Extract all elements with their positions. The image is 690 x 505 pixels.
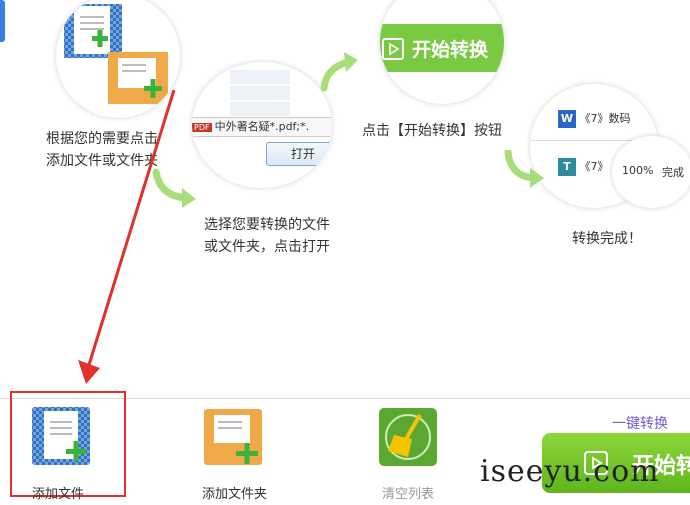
green-arrow-step2-to-3 — [320, 52, 358, 92]
dialog-filename-field: PDF 中外著名疑*.pdf;*. — [192, 117, 332, 137]
step3-caption-text: 点击【开始转换】按钮 — [362, 123, 502, 139]
dialog-filename: 中外著名疑 — [214, 120, 270, 133]
one-click-convert-label: 一键转换 — [612, 416, 668, 432]
pdf-badge: PDF — [192, 123, 212, 132]
add-file-button[interactable]: 添加文件 — [30, 405, 100, 502]
step2-caption-line1: 选择您要转换的文件 — [204, 217, 330, 233]
left-edge-tab — [0, 0, 5, 42]
add-folder-label: 添加文件夹 — [202, 487, 268, 502]
play-icon — [382, 38, 404, 60]
step2-caption: 选择您要转换的文件 或文件夹，点击打开 — [204, 214, 330, 258]
broom-icon — [379, 408, 437, 466]
step4-caption: 转换完成！ — [572, 228, 642, 250]
result-row1-text: 《7》数码 — [579, 112, 631, 125]
progress-percent: 100% — [622, 164, 654, 177]
clear-list-button[interactable]: 清空列表 — [376, 405, 446, 502]
watermark: iseeyu.com — [480, 454, 660, 489]
step3-caption: 点击【开始转换】按钮 — [362, 120, 502, 142]
red-annotation-arrow — [78, 89, 176, 384]
start-button-preview: 开始转换 — [380, 24, 504, 72]
dialog-filter: *.pdf;*. — [269, 120, 310, 133]
txt-icon: T — [558, 158, 576, 176]
dialog-list-row — [230, 86, 290, 100]
add-folder-icon — [204, 409, 262, 465]
green-arrow-step3-to-4 — [504, 150, 544, 188]
add-file-icon — [32, 407, 90, 465]
result-row-word: W 《7》数码 — [558, 106, 658, 132]
dialog-list-row — [230, 70, 290, 84]
progress-done: 完成 — [662, 166, 684, 179]
add-folder-button[interactable]: 添加文件夹 — [200, 405, 280, 502]
dialog-open-button[interactable]: 打开 — [266, 142, 332, 166]
clear-list-label: 清空列表 — [382, 487, 435, 502]
dialog-list-row — [230, 102, 290, 116]
step2-illustration: PDF 中外著名疑*.pdf;*. 打开 — [192, 62, 332, 188]
step2-caption-line2: 或文件夹，点击打开 — [204, 239, 330, 255]
progress-bubble: 100% 完成 — [612, 136, 690, 208]
word-icon: W — [558, 110, 576, 128]
step4-caption-text: 转换完成！ — [572, 231, 642, 247]
add-file-label: 添加文件 — [32, 487, 85, 502]
dialog-open-label: 打开 — [290, 147, 315, 161]
result-row2-text: 《7》 — [579, 160, 609, 173]
start-preview-label: 开始转换 — [412, 39, 489, 61]
step3-illustration: 开始转换 — [380, 0, 504, 104]
